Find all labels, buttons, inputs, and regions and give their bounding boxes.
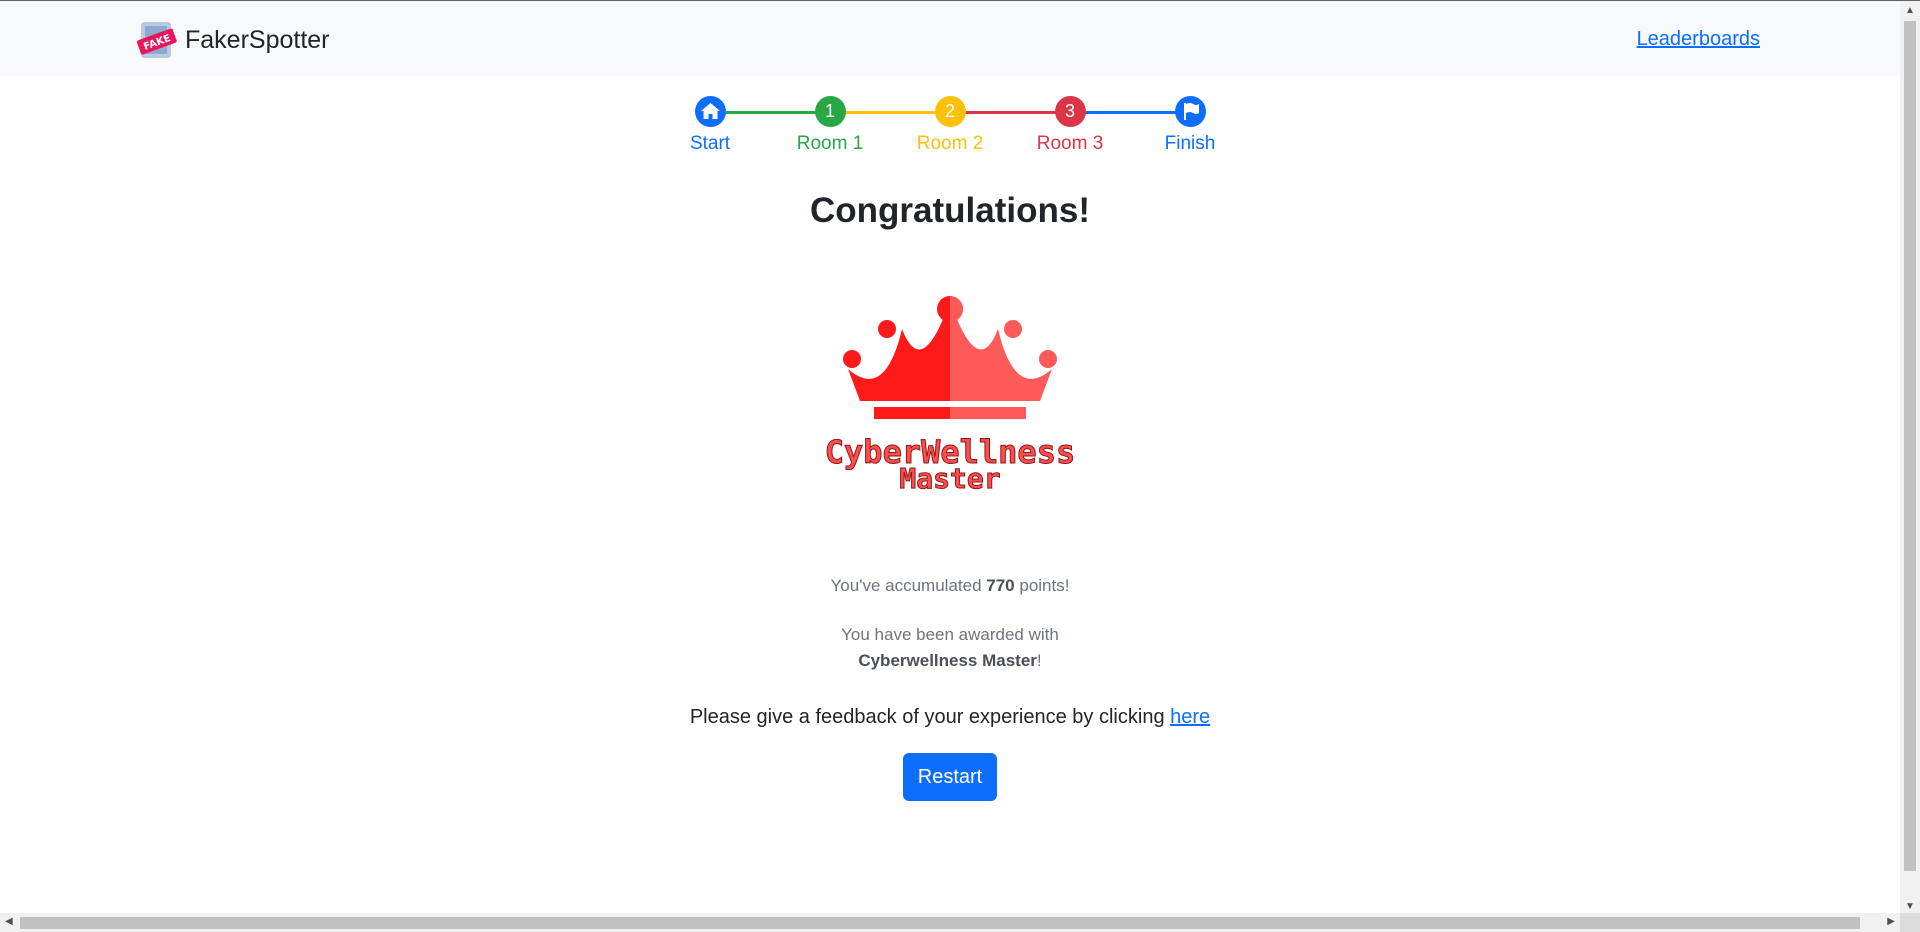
navbar: FAKE FakerSpotter Leaderboards <box>0 1 1900 76</box>
progress-stepper: Start 1 Room 1 2 Room 2 3 Room 3 Finish <box>680 91 1220 171</box>
page-title: Congratulations! <box>810 191 1090 230</box>
badge-line-2: Master <box>899 462 1000 495</box>
flag-icon <box>1174 96 1206 127</box>
crown-badge: CyberWellness Master <box>790 291 1110 501</box>
brand-link[interactable]: FAKE FakerSpotter <box>136 20 330 60</box>
step-label: Room 1 <box>796 133 864 154</box>
horizontal-scrollbar[interactable]: ◀ ▶ <box>0 913 1900 932</box>
feedback-prompt: Please give a feedback of your experienc… <box>689 706 1171 728</box>
scroll-down-icon[interactable]: ▼ <box>1905 901 1915 912</box>
step-room-3: 3 Room 3 <box>1010 96 1130 155</box>
scroll-left-icon[interactable]: ◀ <box>5 916 13 927</box>
step-room-1: 1 Room 1 <box>770 96 890 155</box>
step-label: Finish <box>1164 133 1216 154</box>
scroll-up-icon[interactable]: ▲ <box>1905 5 1915 16</box>
leaderboards-link[interactable]: Leaderboards <box>1637 28 1760 51</box>
vertical-scrollbar[interactable]: ▲ ▼ <box>1900 1 1920 914</box>
home-icon <box>694 96 726 127</box>
scroll-right-icon[interactable]: ▶ <box>1887 916 1895 927</box>
step-number: 3 <box>1054 96 1086 127</box>
step-number: 1 <box>814 96 846 127</box>
step-finish: Finish <box>1130 96 1250 155</box>
award-suffix: ! <box>1036 651 1042 670</box>
step-label: Room 2 <box>916 133 984 154</box>
award-text: You have been awarded with Cyberwellness… <box>0 622 1900 674</box>
step-label: Room 3 <box>1036 133 1104 154</box>
award-name: Cyberwellness Master <box>858 651 1037 670</box>
vertical-scroll-thumb[interactable] <box>1904 21 1916 871</box>
scrollbar-corner <box>1900 913 1920 932</box>
points-value: 770 <box>986 576 1015 595</box>
feedback-link[interactable]: here <box>1170 706 1210 728</box>
step-number: 2 <box>934 96 966 127</box>
crown-icon: CyberWellness Master <box>824 296 1076 496</box>
points-text: You've accumulated 770 points! <box>0 576 1900 596</box>
points-prefix: You've accumulated <box>830 576 987 595</box>
step-label: Start <box>689 133 731 154</box>
step-room-2: 2 Room 2 <box>890 96 1010 155</box>
award-prefix: You have been awarded with <box>841 625 1059 644</box>
restart-button[interactable]: Restart <box>903 753 997 801</box>
step-start: Start <box>650 96 770 155</box>
brand-name: FakerSpotter <box>185 25 330 54</box>
feedback-text: Please give a feedback of your experienc… <box>0 706 1900 729</box>
fake-logo-icon: FAKE <box>136 20 177 60</box>
points-suffix: points! <box>1014 576 1070 595</box>
horizontal-scroll-thumb[interactable] <box>20 917 1860 929</box>
